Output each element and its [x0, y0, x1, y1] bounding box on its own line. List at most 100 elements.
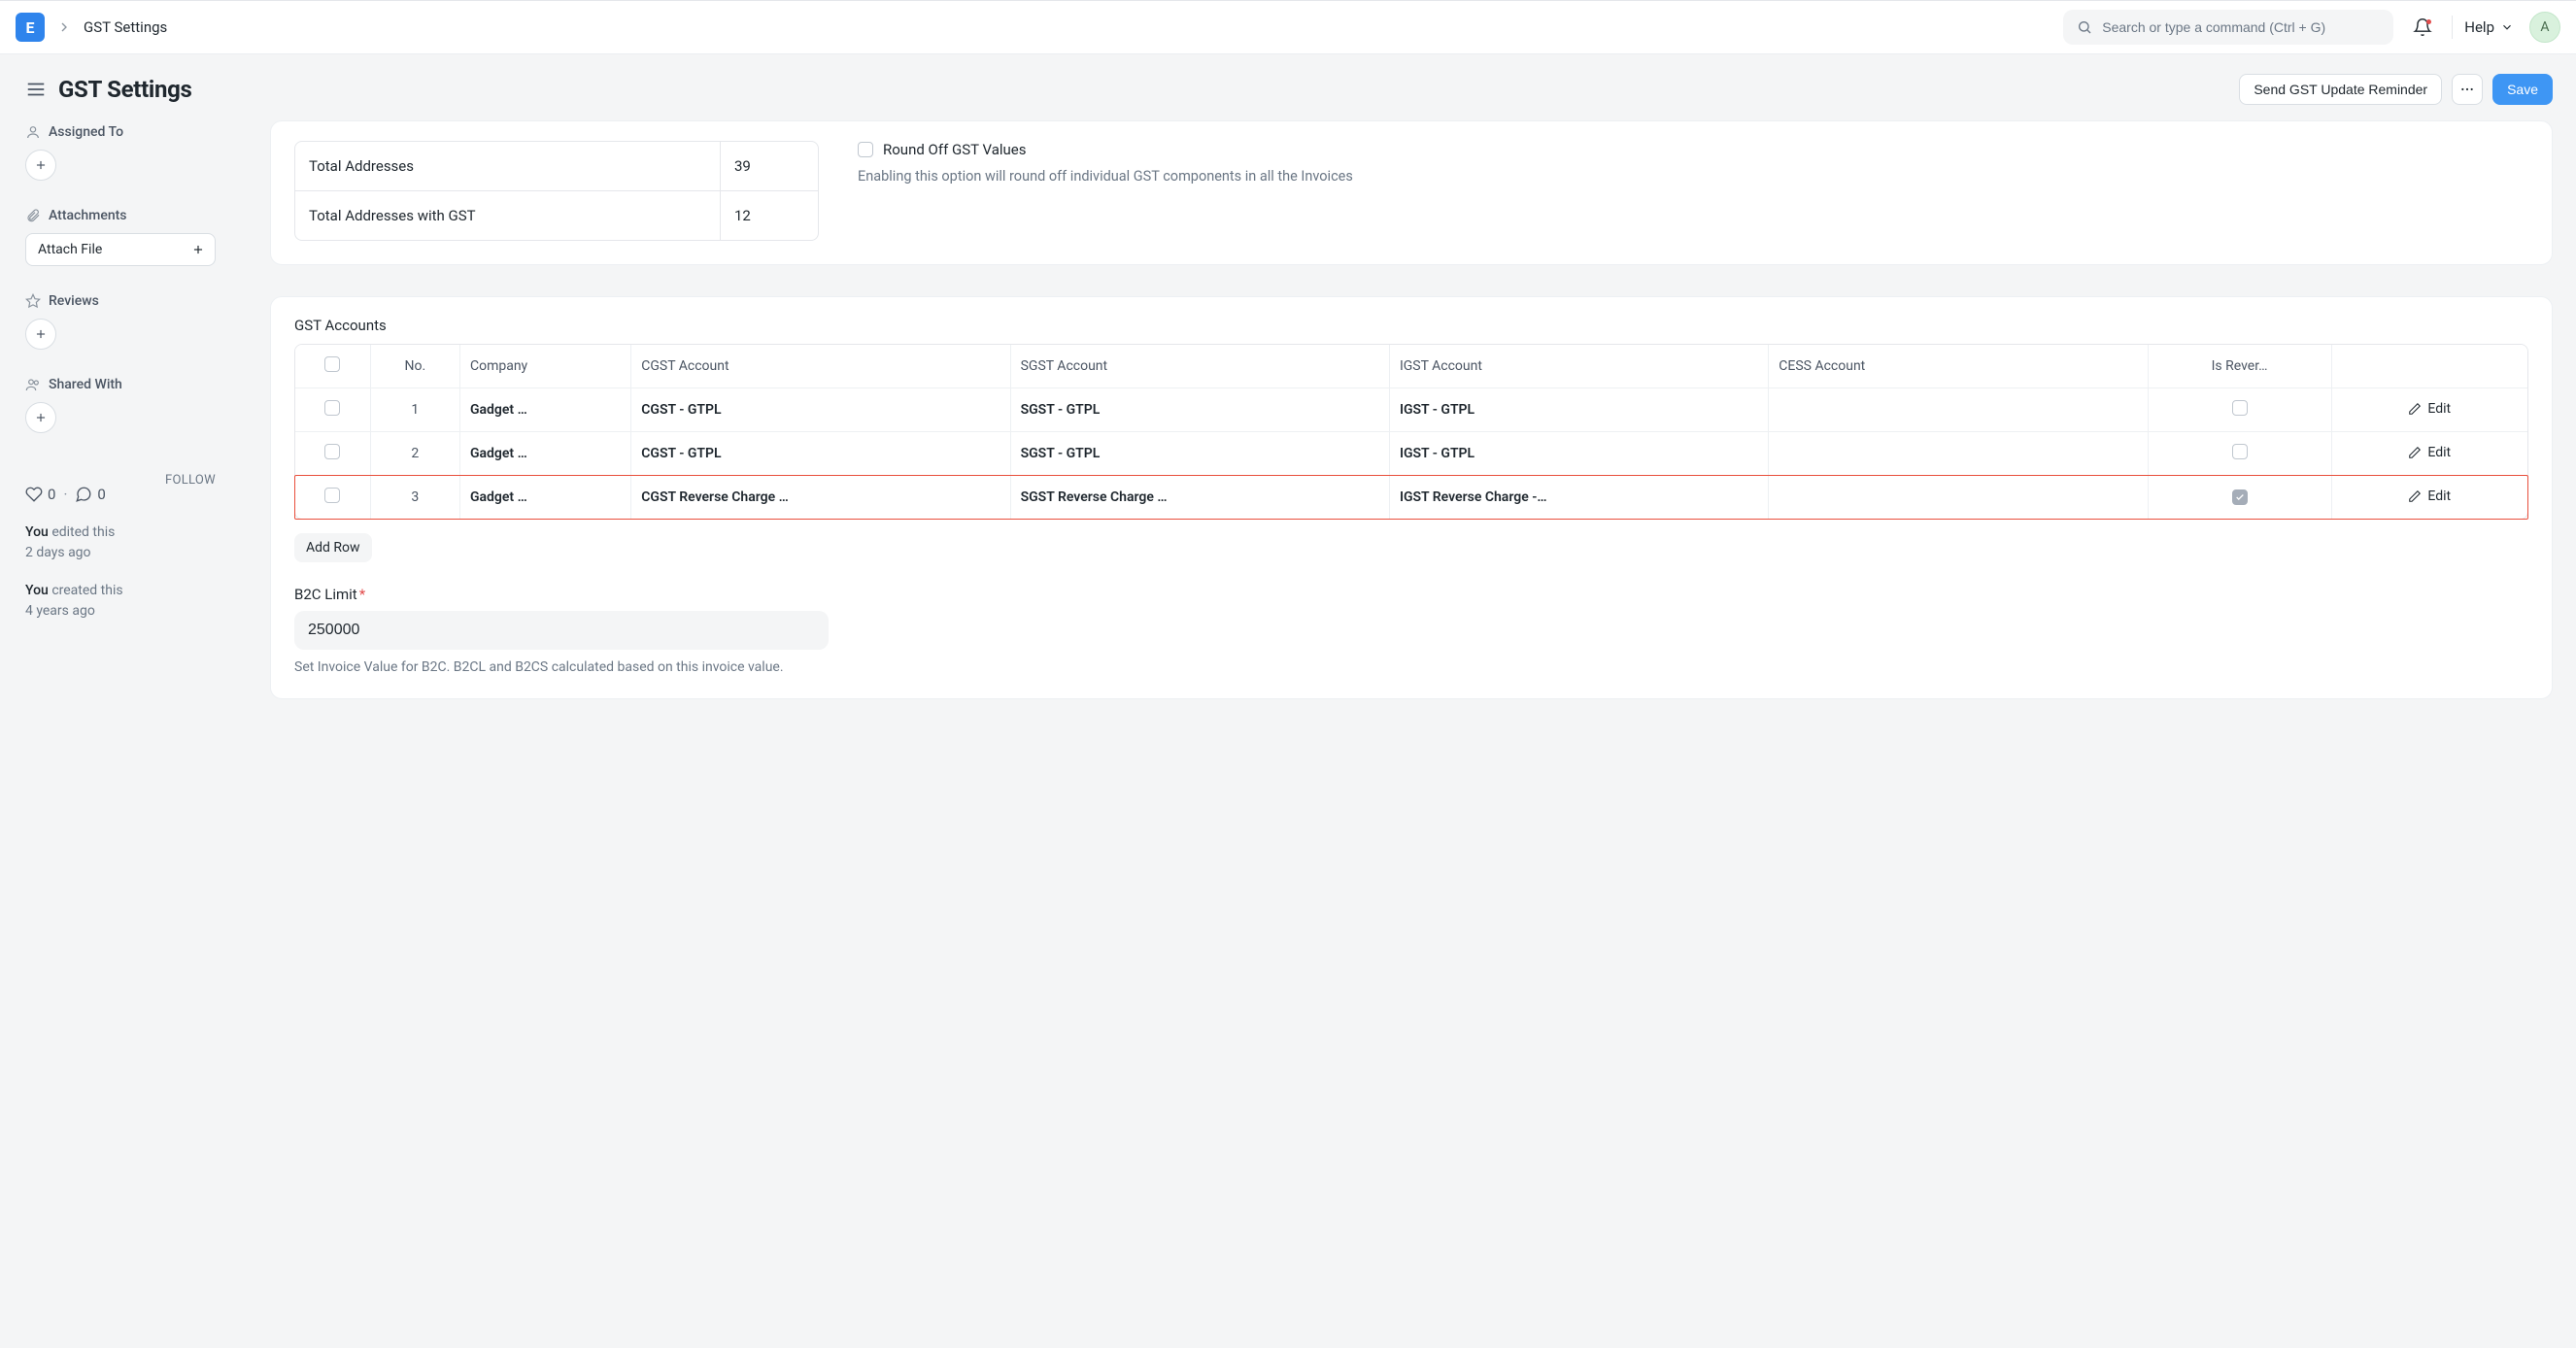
round-off-checkbox[interactable] — [858, 142, 873, 157]
activity-edited-actor: You — [25, 524, 49, 540]
reverse-checkbox[interactable] — [2232, 489, 2248, 505]
activity-edited-time: 2 days ago — [25, 545, 91, 560]
row-select-checkbox[interactable] — [324, 400, 340, 416]
cell-no: 2 — [371, 432, 460, 476]
cell-cgst[interactable]: CGST Reverse Charge … — [631, 476, 1010, 519]
col-header-select — [295, 345, 371, 388]
table-row: 3Gadget …CGST Reverse Charge …SGST Rever… — [295, 476, 2527, 519]
user-icon — [25, 124, 41, 140]
cell-reverse — [2149, 432, 2332, 476]
total-addresses-gst-label: Total Addresses with GST — [295, 191, 721, 240]
cell-cgst[interactable]: CGST - GTPL — [631, 388, 1010, 432]
shared-with-block: Shared With — [25, 373, 243, 433]
reverse-checkbox[interactable] — [2232, 444, 2248, 459]
b2c-limit-label: B2C Limit* — [294, 586, 2528, 603]
round-off-block: Round Off GST Values Enabling this optio… — [858, 141, 1353, 185]
col-header-no: No. — [371, 345, 460, 388]
activity-edited-text: edited this — [49, 524, 116, 540]
reviews-block: Reviews — [25, 289, 243, 350]
attach-file-button[interactable]: Attach File — [25, 233, 216, 266]
col-header-reverse: Is Rever… — [2149, 345, 2332, 388]
more-actions-button[interactable] — [2452, 74, 2483, 105]
cell-company[interactable]: Gadget … — [460, 476, 631, 519]
follow-button[interactable]: FOLLOW — [165, 473, 216, 488]
cell-sgst[interactable]: SGST - GTPL — [1011, 432, 1390, 476]
chevron-down-icon — [2500, 20, 2514, 34]
add-assignee-button[interactable] — [25, 150, 56, 181]
activity-created-time: 4 years ago — [25, 603, 95, 619]
cell-cgst[interactable]: CGST - GTPL — [631, 432, 1010, 476]
col-header-cess: CESS Account — [1769, 345, 2148, 388]
row-select-checkbox[interactable] — [324, 488, 340, 503]
edit-row-button[interactable]: Edit — [2408, 489, 2451, 504]
cell-cess[interactable] — [1769, 476, 2148, 519]
edit-icon — [2408, 489, 2422, 503]
notifications-button[interactable] — [2405, 17, 2440, 37]
cell-igst[interactable]: IGST - GTPL — [1390, 432, 1769, 476]
comment-icon — [75, 486, 92, 503]
more-horizontal-icon — [2459, 82, 2475, 97]
gst-accounts-table: No. Company CGST Account SGST Account IG… — [294, 344, 2528, 520]
reverse-checkbox[interactable] — [2232, 400, 2248, 416]
gst-accounts-title: GST Accounts — [294, 317, 2528, 334]
cell-company[interactable]: Gadget … — [460, 388, 631, 432]
navbar: E GST Settings Help A — [0, 0, 2576, 54]
cell-cess[interactable] — [1769, 432, 2148, 476]
edit-icon — [2408, 446, 2422, 459]
cell-no: 3 — [371, 476, 460, 519]
main-content: Total Addresses 39 Total Addresses with … — [270, 120, 2553, 730]
col-header-cgst: CGST Account — [631, 345, 1010, 388]
round-off-label: Round Off GST Values — [883, 141, 1027, 158]
assigned-to-block: Assigned To — [25, 120, 243, 181]
plus-icon — [191, 243, 205, 256]
activity-created: You created this 4 years ago — [25, 581, 243, 622]
add-row-button[interactable]: Add Row — [294, 533, 372, 562]
col-header-company: Company — [460, 345, 631, 388]
navbar-divider — [2452, 16, 2453, 39]
user-avatar[interactable]: A — [2529, 12, 2560, 43]
address-stats-card: Total Addresses 39 Total Addresses with … — [270, 120, 2553, 265]
likes-count: 0 — [48, 486, 55, 503]
reviews-label: Reviews — [49, 293, 99, 309]
activity-block: You edited this 2 days ago You created t… — [25, 522, 243, 622]
comments-button[interactable]: 0 — [75, 486, 105, 503]
add-review-button[interactable] — [25, 319, 56, 350]
cell-igst[interactable]: IGST Reverse Charge -… — [1390, 476, 1769, 519]
likes-button[interactable]: 0 — [25, 486, 55, 503]
cell-company[interactable]: Gadget … — [460, 432, 631, 476]
cell-reverse — [2149, 388, 2332, 432]
add-share-button[interactable] — [25, 402, 56, 433]
round-off-checkbox-row[interactable]: Round Off GST Values — [858, 141, 1353, 158]
row-select-checkbox[interactable] — [324, 444, 340, 459]
search-icon — [2077, 19, 2092, 35]
search-box[interactable] — [2063, 10, 2393, 45]
cell-sgst[interactable]: SGST Reverse Charge … — [1011, 476, 1390, 519]
edit-row-button[interactable]: Edit — [2408, 445, 2451, 460]
edit-row-button[interactable]: Edit — [2408, 401, 2451, 417]
menu-icon[interactable] — [25, 79, 47, 100]
round-off-help: Enabling this option will round off indi… — [858, 168, 1353, 185]
total-addresses-value: 39 — [721, 142, 818, 190]
edit-icon — [2408, 402, 2422, 416]
paperclip-icon — [25, 208, 41, 223]
b2c-limit-help: Set Invoice Value for B2C. B2CL and B2CS… — [294, 659, 2528, 675]
form-sidebar: Assigned To Attachments Attach File Revi… — [25, 120, 243, 730]
search-input[interactable] — [2102, 19, 2380, 35]
shared-with-label: Shared With — [49, 377, 122, 392]
b2c-limit-input[interactable] — [294, 611, 829, 650]
help-menu[interactable]: Help — [2464, 18, 2514, 36]
gst-accounts-card: GST Accounts No. Company CGST Account SG… — [270, 296, 2553, 699]
engagement-row: 0 · 0 FOLLOW — [25, 456, 216, 503]
activity-created-actor: You — [25, 583, 49, 598]
save-button[interactable]: Save — [2492, 74, 2553, 105]
cell-sgst[interactable]: SGST - GTPL — [1011, 388, 1390, 432]
cell-igst[interactable]: IGST - GTPL — [1390, 388, 1769, 432]
select-all-checkbox[interactable] — [324, 356, 340, 372]
cell-cess[interactable] — [1769, 388, 2148, 432]
assigned-to-label: Assigned To — [49, 124, 123, 140]
send-gst-reminder-button[interactable]: Send GST Update Reminder — [2239, 74, 2442, 105]
page-title: GST Settings — [58, 76, 192, 103]
app-logo[interactable]: E — [16, 13, 45, 42]
chevron-right-icon — [56, 19, 72, 35]
breadcrumb-current[interactable]: GST Settings — [84, 18, 167, 36]
